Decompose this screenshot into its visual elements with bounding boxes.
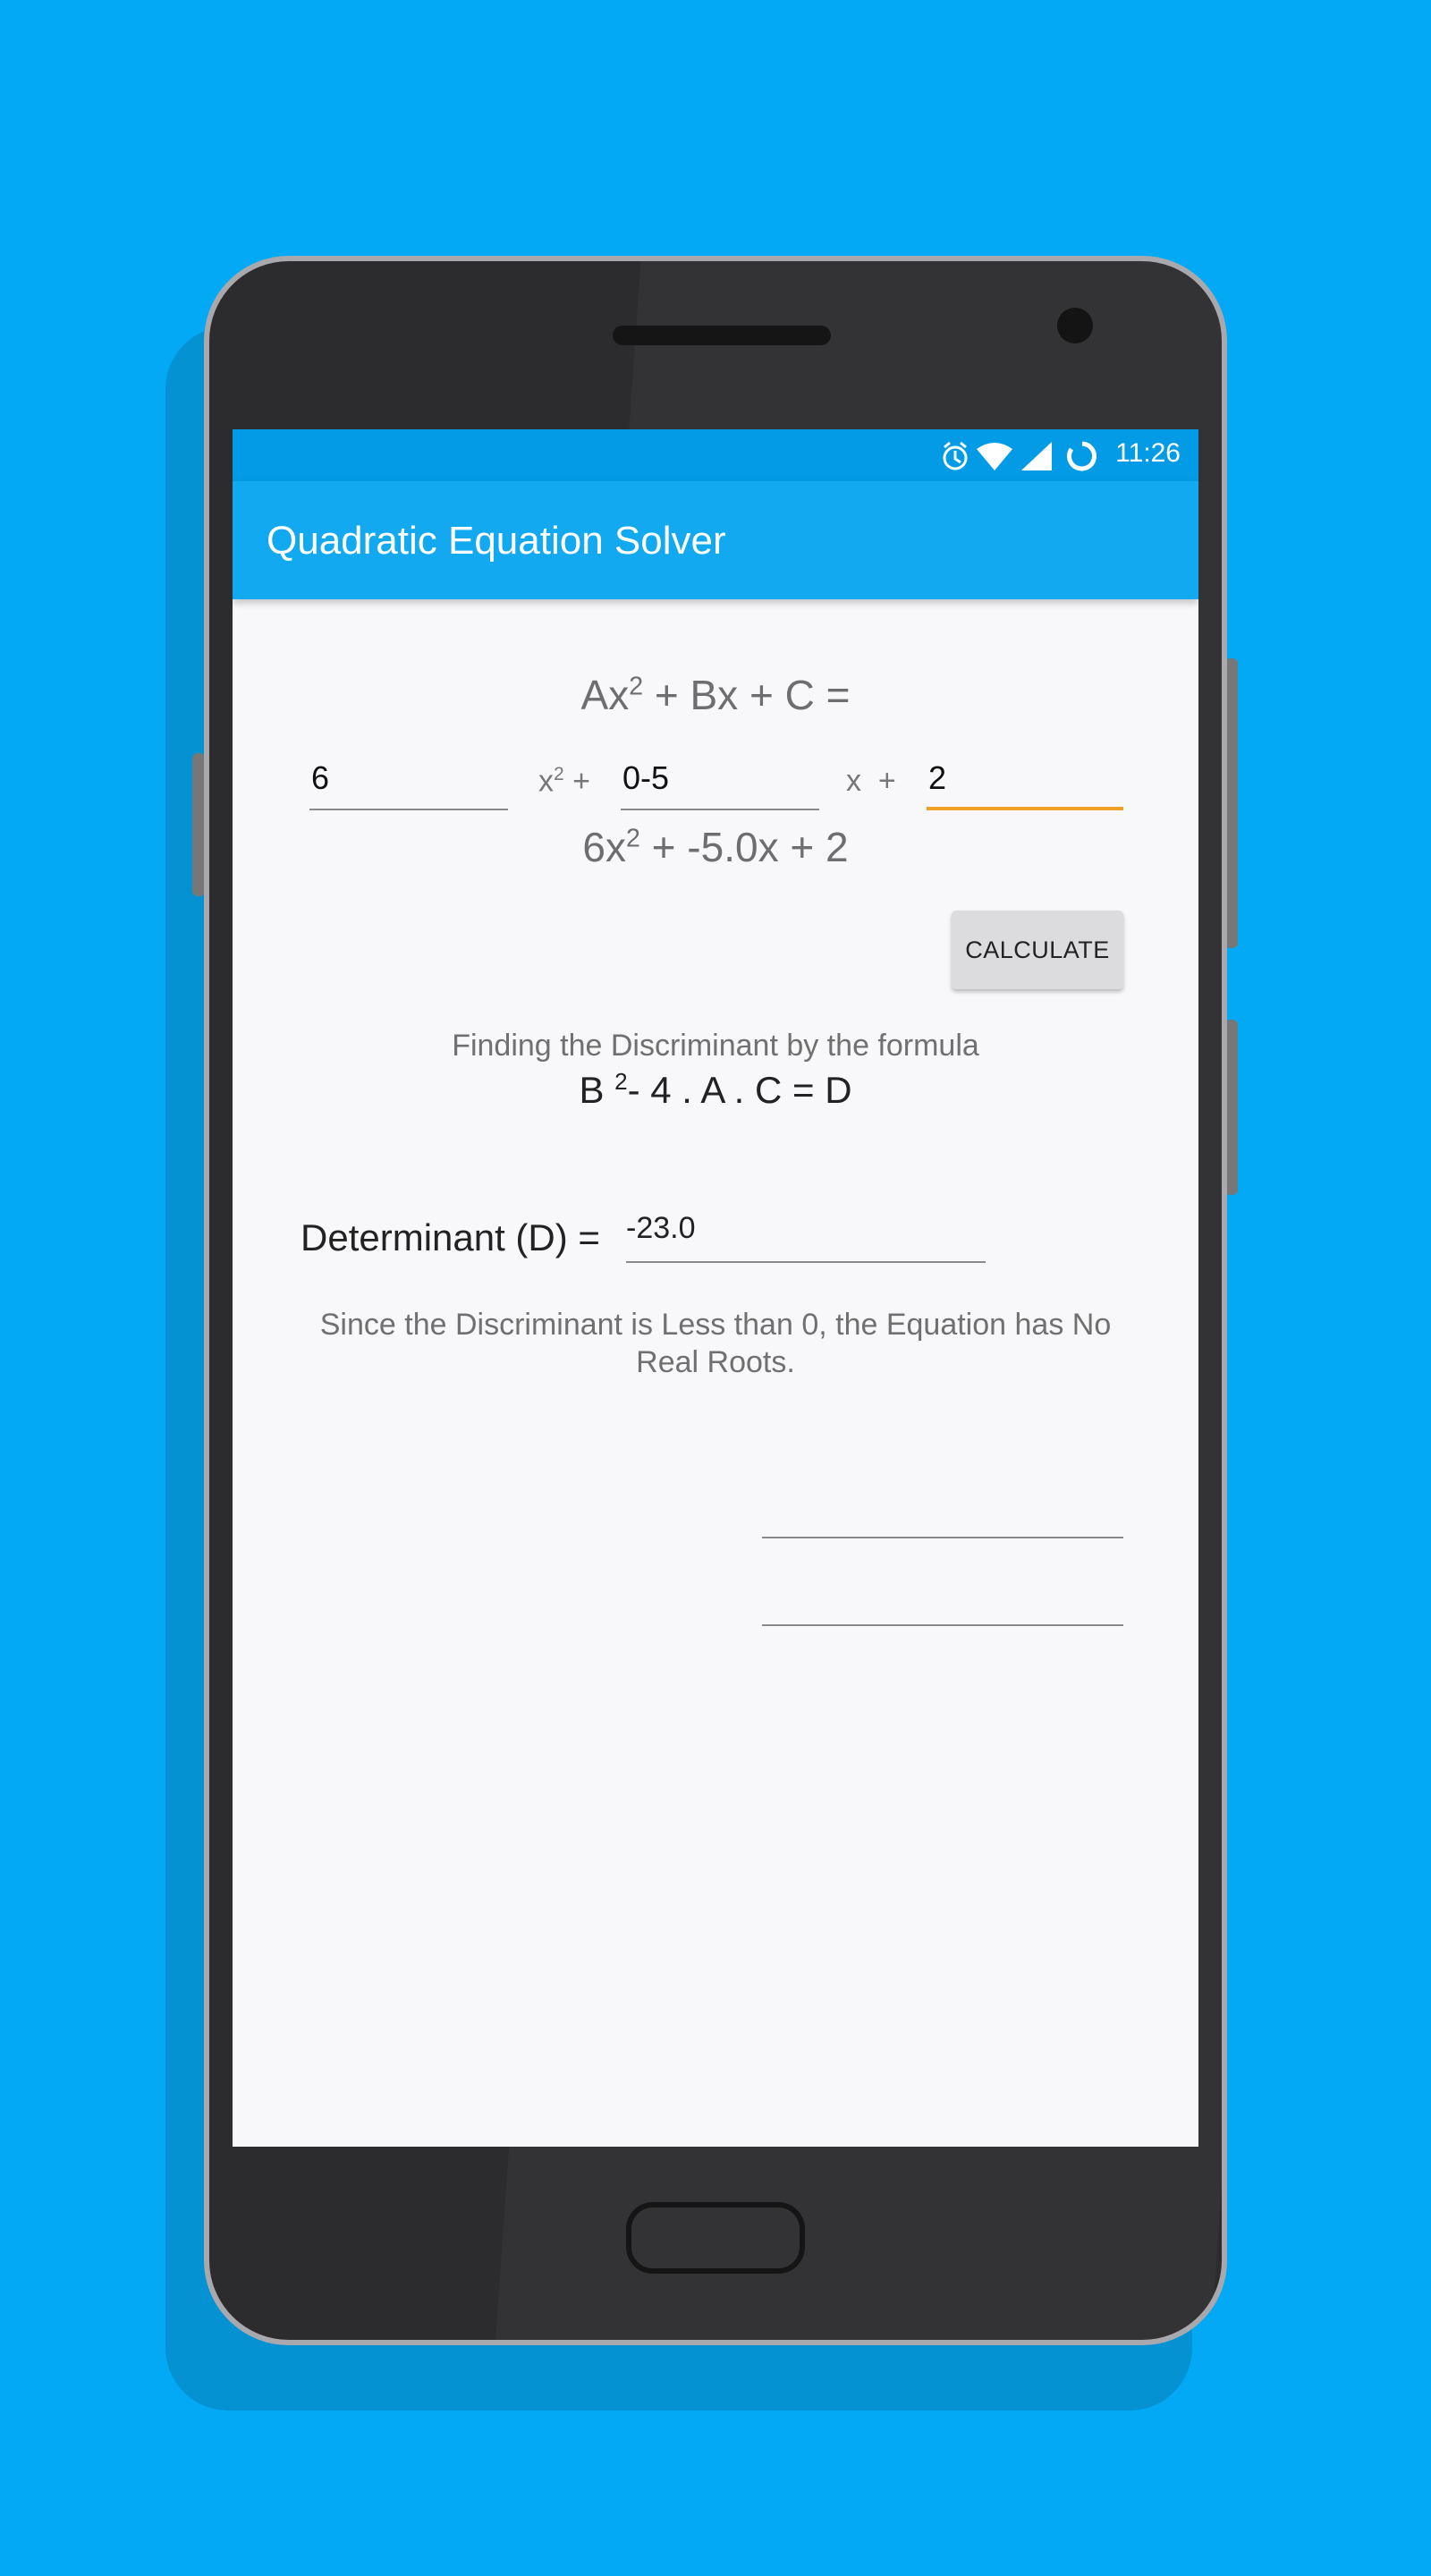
app-title: Quadratic Equation Solver	[267, 519, 726, 563]
entered-equation-exp: 2	[626, 824, 640, 853]
entered-equation: 6x2 + -5.0x + 2	[233, 823, 1198, 871]
x-squared-label: x2 +	[538, 764, 591, 799]
calculate-button[interactable]: CALCULATE	[952, 911, 1123, 989]
phone-side-button-right-bottom	[1225, 1020, 1238, 1195]
general-equation: Ax2 + Bx + C =	[233, 671, 1198, 719]
alarm-icon	[943, 441, 968, 470]
entered-equation-rest: + -5.0x + 2	[639, 824, 849, 870]
general-equation-a: Ax	[580, 672, 630, 718]
formula-exp: 2	[614, 1068, 628, 1095]
phone-camera	[1057, 308, 1093, 343]
result-conclusion: Since the Discriminant is Less than 0, t…	[319, 1308, 1112, 1379]
root-2-field[interactable]	[762, 1624, 1123, 1626]
coefficient-a-input[interactable]: 6	[309, 758, 508, 810]
discriminant-description: Finding the Discriminant by the formula	[452, 1029, 979, 1063]
phone-side-button-right-top	[1225, 658, 1238, 948]
status-bar: 11:26	[233, 429, 1198, 481]
determinant-value-field[interactable]: -23.0	[626, 1211, 986, 1263]
signal-icon	[1021, 442, 1052, 470]
sync-icon	[1067, 441, 1097, 471]
formula-b: B	[579, 1069, 615, 1111]
coefficient-c-input[interactable]: 2	[927, 758, 1123, 810]
formula-rest: - 4 . A . C = D	[627, 1069, 852, 1111]
wifi-icon	[977, 443, 1012, 470]
phone-speaker	[613, 326, 831, 345]
phone-side-button-left	[192, 753, 205, 896]
coefficient-b-input[interactable]: 0-5	[621, 758, 819, 810]
x-label: x +	[846, 764, 896, 798]
entered-equation-lead: 6x	[582, 824, 627, 870]
status-time: 11:26	[1115, 438, 1181, 468]
general-equation-rest: + Bx + C =	[643, 672, 851, 718]
home-button[interactable]	[626, 2202, 805, 2274]
determinant-label: Determinant (D) =	[301, 1216, 600, 1258]
root-1-field[interactable]	[762, 1537, 1123, 1538]
app-screen: 11:26 Quadratic Equation Solver Ax2 + Bx…	[233, 429, 1198, 2147]
general-equation-exp: 2	[629, 672, 644, 701]
status-icons	[943, 441, 1097, 471]
discriminant-formula: B 2- 4 . A . C = D	[233, 1068, 1198, 1112]
app-bar: Quadratic Equation Solver	[233, 481, 1198, 599]
